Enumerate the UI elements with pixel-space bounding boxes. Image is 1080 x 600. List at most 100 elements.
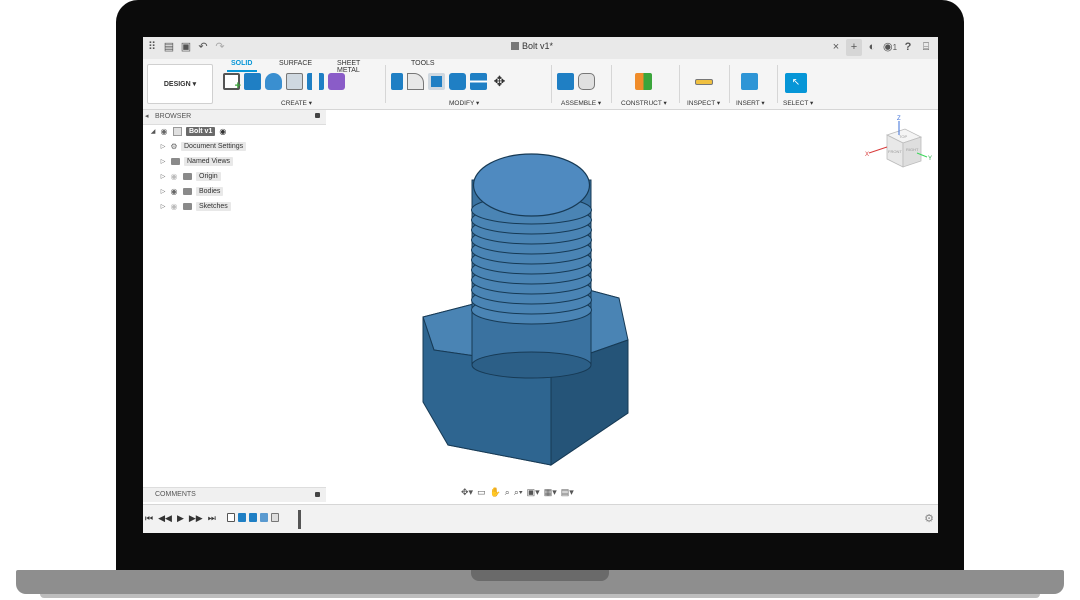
construct-menu[interactable]: CONSTRUCT ▾ [621, 99, 667, 107]
timeline-extrude-feature[interactable] [238, 513, 246, 522]
pan-icon[interactable]: ✋ [490, 487, 501, 498]
tree-item[interactable]: ▷ Named Views [159, 155, 234, 168]
active-tab-indicator [227, 70, 257, 72]
previous-step-icon[interactable]: ◀◀ [158, 513, 172, 524]
shell-icon[interactable] [428, 73, 445, 90]
timeline-marker[interactable] [298, 510, 301, 529]
zoom-icon[interactable]: ⌕ [505, 487, 510, 498]
insert-canvas-icon[interactable] [741, 73, 758, 90]
press-pull-icon[interactable] [391, 73, 403, 90]
workspace-design-button[interactable]: DESIGN ▾ [147, 64, 213, 104]
fit-zoom-icon[interactable]: ⌕▾ [514, 487, 523, 498]
create-menu[interactable]: CREATE ▾ [281, 99, 312, 107]
laptop-notch [471, 570, 609, 581]
notifications-icon[interactable]: ◉1 [882, 39, 898, 56]
new-tab-button[interactable]: + [846, 39, 862, 56]
undo-icon[interactable]: ↶ [196, 40, 210, 55]
collapse-icon[interactable]: ◂ [145, 112, 149, 120]
file-icon[interactable]: ▤ [162, 40, 176, 55]
next-step-icon[interactable]: ▶▶ [189, 513, 203, 524]
profile-icon[interactable]: ⌸ [918, 39, 934, 56]
save-icon[interactable]: ▣ [179, 40, 193, 55]
revolve-icon[interactable] [265, 73, 282, 90]
grid-settings-icon[interactable]: ▦▾ [544, 487, 557, 498]
visibility-icon[interactable]: ◉ [167, 202, 181, 211]
tree-item[interactable]: ▷ ◉ Sketches [159, 200, 231, 213]
browser-title: BROWSER [155, 113, 192, 120]
active-radio-icon[interactable]: ◉ [219, 127, 226, 136]
ribbon-separator [729, 65, 730, 103]
last-step-icon[interactable]: ⏭ [208, 513, 216, 524]
expand-icon[interactable]: ▷ [159, 173, 167, 180]
ribbon-separator [679, 65, 680, 103]
expand-icon[interactable]: ▷ [159, 158, 167, 165]
look-at-icon[interactable]: ▭ [477, 487, 486, 498]
measure-icon[interactable] [695, 79, 713, 85]
tab-solid[interactable]: SOLID [229, 60, 254, 67]
expand-icon[interactable]: ▷ [159, 188, 167, 195]
orbit-icon[interactable]: ✥▾ [461, 487, 473, 498]
timeline-extrude-feature[interactable] [249, 513, 257, 522]
viewports-icon[interactable]: ▤▾ [561, 487, 574, 498]
help-icon[interactable]: ? [900, 39, 916, 56]
fillet-icon[interactable] [407, 73, 424, 90]
pattern-icon[interactable] [307, 73, 324, 90]
select-menu[interactable]: SELECT ▾ [783, 99, 813, 107]
assemble-menu[interactable]: ASSEMBLE ▾ [561, 99, 601, 107]
sweep-icon[interactable] [286, 73, 303, 90]
inspect-menu[interactable]: INSPECT ▾ [687, 99, 720, 107]
tree-item[interactable]: ▷ ◉ Bodies [159, 185, 224, 198]
comments-panel[interactable]: COMMENTS [143, 487, 326, 502]
browser-header[interactable]: ◂ BROWSER [143, 110, 326, 125]
tab-surface[interactable]: SURFACE [277, 60, 314, 67]
document-tab[interactable]: Bolt v1* [511, 41, 553, 51]
timeline-thread-feature[interactable] [260, 513, 268, 522]
first-step-icon[interactable]: ⏮ [145, 513, 153, 524]
tree-item[interactable]: ▷ ◉ Origin [159, 170, 221, 183]
expand-icon[interactable]: ▷ [159, 203, 167, 210]
construct-group: CONSTRUCT ▾ [617, 73, 675, 107]
view-cube[interactable]: Z X Y TOP FRONT RIGHT [865, 113, 935, 183]
joint-icon[interactable] [578, 73, 595, 90]
ribbon-separator [777, 65, 778, 103]
3d-viewport[interactable] [326, 110, 938, 503]
tab-tools[interactable]: TOOLS [409, 60, 437, 67]
visibility-icon[interactable]: ◉ [157, 127, 171, 136]
combine-icon[interactable] [449, 73, 466, 90]
folder-icon [183, 173, 192, 180]
close-tab-icon[interactable]: × [828, 39, 844, 56]
visibility-icon[interactable]: ◉ [167, 187, 181, 196]
visibility-icon[interactable]: ◉ [167, 172, 181, 181]
display-settings-icon[interactable]: ▣▾ [527, 487, 540, 498]
cube-icon [511, 42, 519, 50]
redo-icon[interactable]: ↷ [213, 40, 227, 55]
inspect-group: INSPECT ▾ [683, 73, 725, 107]
browser-pin-icon[interactable] [315, 113, 320, 118]
select-icon[interactable]: ↖ [785, 73, 807, 93]
expand-icon[interactable]: ◢ [149, 128, 157, 135]
timeline-chamfer-feature[interactable] [271, 513, 279, 522]
create-form-icon[interactable] [328, 73, 345, 90]
extrude-icon[interactable] [244, 73, 261, 90]
bolt-model[interactable] [326, 110, 938, 503]
insert-menu[interactable]: INSERT ▾ [736, 99, 765, 107]
timeline-settings-gear-icon[interactable]: ⚙ [924, 512, 934, 525]
create-sketch-icon[interactable]: + [223, 73, 241, 92]
move-icon[interactable]: ✥ [491, 73, 508, 90]
comments-pin-icon[interactable] [315, 492, 320, 497]
job-status-icon[interactable]: ◐ [864, 39, 880, 56]
split-body-icon[interactable] [470, 73, 487, 90]
tree-root[interactable]: ◢ ◉ Bolt v1 ◉ [149, 125, 226, 138]
tab-sheet-metal[interactable]: SHEET METAL [335, 60, 362, 74]
viewcube-front-label: FRONT [888, 149, 902, 154]
timeline-sketch-feature[interactable] [227, 513, 235, 522]
tree-item[interactable]: ▷ ⚙ Document Settings [159, 140, 247, 153]
new-component-icon[interactable] [557, 73, 574, 90]
expand-icon[interactable]: ▷ [159, 143, 167, 150]
folder-icon [183, 188, 192, 195]
offset-plane-icon[interactable] [635, 73, 652, 90]
play-icon[interactable]: ▶ [177, 513, 184, 524]
modify-menu[interactable]: MODIFY ▾ [449, 99, 479, 107]
folder-icon [171, 158, 180, 165]
grid-icon[interactable]: ⠿ [145, 40, 159, 55]
